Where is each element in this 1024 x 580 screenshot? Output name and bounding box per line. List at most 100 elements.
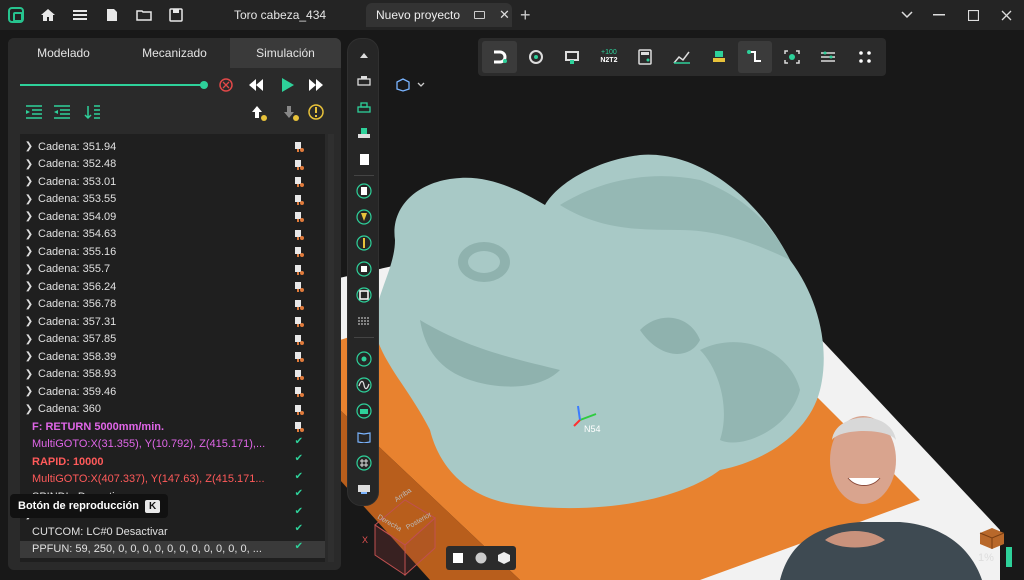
chevron-right-icon[interactable]: ❯ (20, 404, 38, 415)
magnet-icon[interactable] (482, 41, 517, 73)
n2t2-button[interactable]: +100 N2T2 (592, 41, 627, 73)
tree-row[interactable]: ❯ Cadena: 360 (20, 401, 325, 419)
outdent-list-icon[interactable] (26, 105, 42, 119)
chevron-right-icon[interactable]: ❯ (20, 159, 38, 170)
stock-icon[interactable] (701, 41, 736, 73)
calculator-icon[interactable] (628, 41, 663, 73)
page-icon[interactable] (354, 149, 374, 169)
home-icon[interactable] (32, 0, 64, 30)
drill-icon[interactable] (354, 233, 374, 253)
tree-row[interactable]: ❯ Cadena: 358.39 (20, 348, 325, 366)
chevron-right-icon[interactable]: ❯ (20, 141, 38, 152)
open-folder-icon[interactable] (128, 0, 160, 30)
sphere-view-icon[interactable] (474, 551, 488, 565)
point-icon[interactable] (354, 349, 374, 369)
endmill-icon[interactable] (354, 181, 374, 201)
tree-row[interactable]: ❯ Cadena: 356.78 (20, 296, 325, 314)
tree-row-selected[interactable]: PPFUN: 59, 250, 0, 0, 0, 0, 0, 0, 0, 0, … (20, 540, 325, 558)
probe-icon[interactable] (354, 259, 374, 279)
sort-list-icon[interactable] (84, 105, 100, 120)
save-icon[interactable] (160, 0, 192, 30)
surface-icon[interactable] (354, 401, 374, 421)
chevron-right-icon[interactable]: ❯ (20, 334, 38, 345)
chevron-right-icon[interactable]: ❯ (20, 351, 38, 362)
chevron-right-icon[interactable]: ❯ (20, 281, 38, 292)
tree-row[interactable]: ❯ Cadena: 357.85 (20, 331, 325, 349)
chevron-right-icon[interactable]: ❯ (20, 264, 38, 275)
play-icon[interactable] (282, 78, 294, 92)
iso-view-icon[interactable] (497, 551, 511, 565)
chevron-right-icon[interactable]: ❯ (20, 194, 38, 205)
tree-row[interactable]: MultiGOTO:X(31.355), Y(10.792), Z(415.17… (20, 436, 325, 454)
tab-mecanizado[interactable]: Mecanizado (119, 38, 230, 68)
engrave-icon[interactable] (354, 311, 374, 331)
tool-holder-icon[interactable] (519, 41, 554, 73)
tree-row[interactable]: MultiGOTO:X(407.337), Y(147.63), Z(415.1… (20, 471, 325, 489)
stop-icon[interactable] (219, 78, 233, 92)
chevron-right-icon[interactable]: ❯ (20, 369, 38, 380)
tree-row[interactable]: ❯ Cadena: 355.7 (20, 261, 325, 279)
app-logo-icon[interactable] (0, 0, 32, 30)
chevron-right-icon[interactable]: ❯ (20, 211, 38, 222)
fixture-icon[interactable] (354, 97, 374, 117)
fit-view-icon[interactable] (774, 41, 809, 73)
chevron-right-icon[interactable]: ❯ (20, 299, 38, 310)
rewind-icon[interactable] (249, 79, 263, 91)
tree-row[interactable]: ❯ Cadena: 352.48 (20, 156, 325, 174)
chevron-right-icon[interactable]: ❯ (20, 176, 38, 187)
collapse-up-icon[interactable] (354, 45, 374, 65)
chevron-right-icon[interactable]: ❯ (20, 386, 38, 397)
vise-icon[interactable] (354, 123, 374, 143)
add-tab-icon[interactable]: + (520, 5, 531, 26)
menu-icon[interactable] (64, 0, 96, 30)
tree-row[interactable]: ❯ Cadena: 359.46 (20, 383, 325, 401)
chevron-right-icon[interactable]: ❯ (20, 246, 38, 257)
scrollbar[interactable] (328, 134, 334, 562)
tab-simulacion[interactable]: Simulación (230, 38, 341, 68)
tab-nuevo-proyecto[interactable]: Nuevo proyecto ✕ (366, 3, 512, 27)
progress-fill (1006, 547, 1012, 567)
fast-forward-icon[interactable] (309, 79, 323, 91)
close-window-icon[interactable] (989, 0, 1023, 30)
toolpath-icon[interactable] (737, 41, 773, 73)
tree-row[interactable]: ❯ Cadena: 355.16 (20, 243, 325, 261)
tree-row[interactable]: ❯ Cadena: 354.63 (20, 226, 325, 244)
tree-row[interactable]: ❯ Cadena: 357.31 (20, 313, 325, 331)
tree-row[interactable]: ❯ Cadena: 358.93 (20, 366, 325, 384)
tree-row[interactable]: ❯ Cadena: 356.24 (20, 278, 325, 296)
chart-line-icon[interactable] (665, 41, 700, 73)
chevron-right-icon[interactable]: ❯ (20, 316, 38, 327)
view-orientation-button[interactable] (395, 78, 425, 92)
monitor-icon[interactable] (474, 11, 486, 19)
grid-dots-icon[interactable] (847, 41, 882, 73)
shaded-view-icon[interactable] (451, 551, 465, 565)
machine-icon[interactable] (555, 41, 590, 73)
down-warning-icon[interactable] (284, 106, 299, 121)
tree-row[interactable]: CUTCOM: LC#0 Desactivar ✔ (20, 523, 325, 541)
indent-list-icon[interactable] (54, 105, 70, 119)
tree-row[interactable]: ❯ Cadena: 353.55 (20, 191, 325, 209)
printer-icon[interactable] (354, 71, 374, 91)
tree-row[interactable]: ❯ Cadena: 351.94 (20, 138, 325, 156)
curve-icon[interactable] (354, 375, 374, 395)
lathe-tool-icon[interactable] (354, 285, 374, 305)
tree-row[interactable]: F: RETURN 5000mm/min. (20, 418, 325, 436)
postprocessor-icon[interactable] (354, 479, 374, 499)
up-warning-icon[interactable] (252, 106, 267, 121)
maximize-icon[interactable] (956, 0, 990, 30)
close-tab-icon[interactable]: ✕ (499, 7, 510, 23)
warning-icon[interactable] (308, 104, 324, 120)
chevron-down-icon[interactable] (890, 0, 924, 30)
minimize-icon[interactable] (922, 0, 956, 30)
book-icon[interactable] (354, 427, 374, 447)
settings-sliders-icon[interactable] (811, 41, 846, 73)
timeline-handle[interactable] (200, 81, 208, 89)
ballmill-icon[interactable] (354, 207, 374, 227)
tree-row[interactable]: ❯ Cadena: 353.01 (20, 173, 325, 191)
new-file-icon[interactable] (96, 0, 128, 30)
tab-modelado[interactable]: Modelado (8, 38, 119, 68)
mesh-icon[interactable] (354, 453, 374, 473)
tree-row[interactable]: ❯ Cadena: 354.09 (20, 208, 325, 226)
tree-row[interactable]: RAPID: 10000 ✔ (20, 453, 325, 471)
chevron-right-icon[interactable]: ❯ (20, 229, 38, 240)
